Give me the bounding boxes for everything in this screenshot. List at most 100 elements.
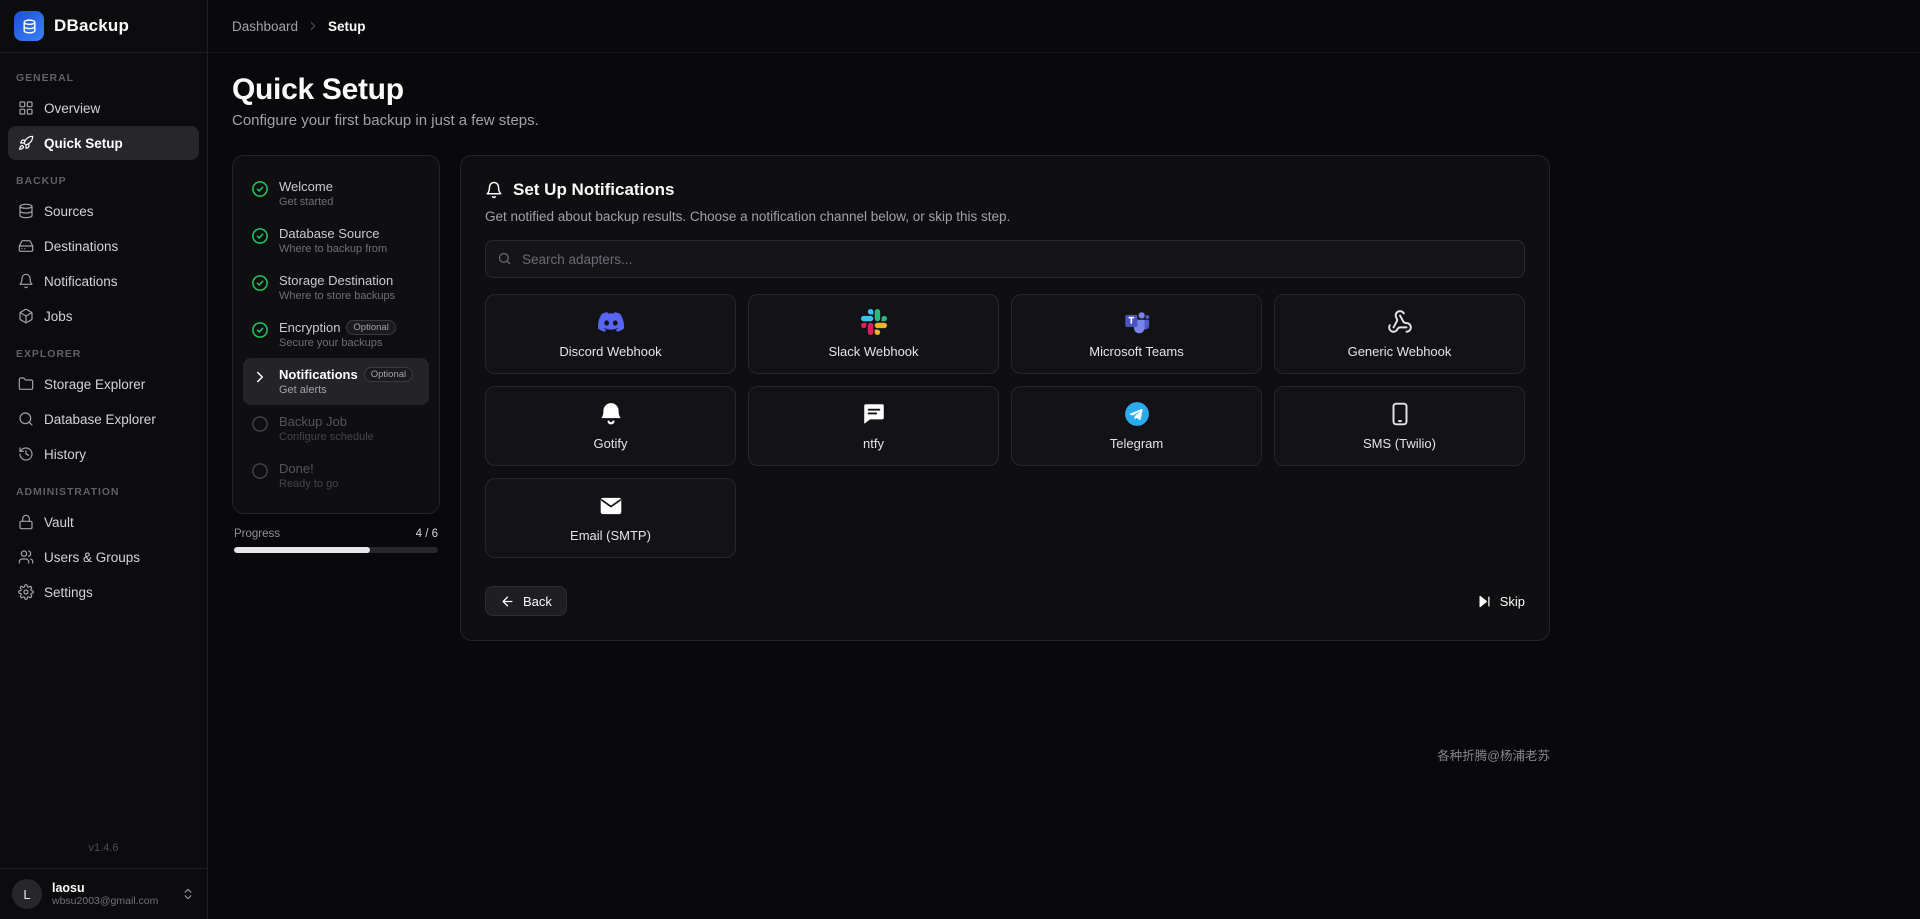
step-subtitle: Ready to go <box>279 478 339 490</box>
sidebar-item-label: Settings <box>44 584 93 600</box>
chevron-right-icon <box>251 368 269 386</box>
sidebar-item-jobs[interactable]: Jobs <box>8 299 199 333</box>
panel-subtitle: Get notified about backup results. Choos… <box>485 209 1011 224</box>
rocket-icon <box>18 135 34 151</box>
sidebar-item-label: Jobs <box>44 308 73 324</box>
panel-footer: Back Skip <box>485 586 1525 616</box>
panel-title: Set Up Notifications <box>513 180 675 199</box>
app-logo-icon[interactable] <box>14 11 44 41</box>
step-subtitle: Where to backup from <box>279 243 388 255</box>
steps-card: Welcome Get started Database Source Wher… <box>232 155 440 514</box>
bell-icon <box>18 273 34 289</box>
envelope-icon <box>598 493 624 519</box>
sidebar-item-label: Quick Setup <box>44 135 123 151</box>
gotify-bell-icon <box>598 401 624 427</box>
check-circle-icon <box>251 274 269 292</box>
breadcrumb: Dashboard Setup <box>208 0 1920 53</box>
back-button[interactable]: Back <box>485 586 567 616</box>
progress-label: Progress <box>234 528 281 540</box>
sidebar-item-settings[interactable]: Settings <box>8 575 199 609</box>
adapter-label: Gotify <box>593 436 628 451</box>
sidebar-item-quick-setup[interactable]: Quick Setup <box>8 126 199 160</box>
step-subtitle: Secure your backups <box>279 337 383 349</box>
sidebar-item-destinations[interactable]: Destinations <box>8 229 199 263</box>
step-title: Encryption <box>279 320 341 335</box>
setup-columns: Welcome Get started Database Source Wher… <box>232 155 1550 641</box>
app-root: DBackup GENERAL Overview Quick Setup BAC… <box>0 0 1920 919</box>
adapter-label: Telegram <box>1109 436 1164 451</box>
steps-column: Welcome Get started Database Source Wher… <box>232 155 440 553</box>
hard-drive-icon <box>18 238 34 254</box>
step-subtitle: Where to store backups <box>279 290 396 302</box>
sidebar-section-backup: BACKUP <box>16 175 67 187</box>
adapter-label: Microsoft Teams <box>1089 344 1184 359</box>
chevron-right-icon <box>306 19 320 33</box>
adapter-card-telegram[interactable]: Telegram <box>1011 386 1262 466</box>
optional-badge: Optional <box>363 367 414 382</box>
check-circle-icon <box>251 180 269 198</box>
page-subtitle: Configure your first backup in just a fe… <box>232 112 539 129</box>
step-backup-job: Backup Job Configure schedule <box>243 405 429 452</box>
sidebar-header: DBackup <box>0 0 207 53</box>
step-encryption: Encryption Optional Secure your backups <box>243 311 429 358</box>
step-storage-destination: Storage Destination Where to store backu… <box>243 264 429 311</box>
package-icon <box>18 308 34 324</box>
sidebar-item-users-groups[interactable]: Users & Groups <box>8 540 199 574</box>
teams-icon <box>1124 309 1150 335</box>
circle-icon <box>251 415 269 433</box>
sidebar-item-vault[interactable]: Vault <box>8 505 199 539</box>
step-notifications: Notifications Optional Get alerts <box>243 358 429 405</box>
sidebar-item-database-explorer[interactable]: Database Explorer <box>8 402 199 436</box>
user-menu[interactable]: L laosu wbsu2003@gmail.com <box>0 868 207 919</box>
sidebar-item-sources[interactable]: Sources <box>8 194 199 228</box>
sidebar-nav: GENERAL Overview Quick Setup BACKUP Sour… <box>0 53 207 832</box>
database-icon <box>18 203 34 219</box>
progress-value: 4 / 6 <box>415 528 438 540</box>
adapter-card-gotify[interactable]: Gotify <box>485 386 736 466</box>
breadcrumb-dashboard[interactable]: Dashboard <box>232 19 298 34</box>
watermark-text: 各种折腾@杨浦老苏 <box>1437 749 1550 763</box>
sidebar-item-label: Destinations <box>44 238 119 254</box>
sidebar-item-history[interactable]: History <box>8 437 199 471</box>
app-name: DBackup <box>54 16 130 35</box>
sidebar-item-label: Sources <box>44 203 94 219</box>
telegram-icon <box>1124 401 1150 427</box>
check-circle-icon <box>251 227 269 245</box>
adapter-card-email-smtp[interactable]: Email (SMTP) <box>485 478 736 558</box>
adapter-label: Discord Webhook <box>559 344 662 359</box>
search-input[interactable] <box>485 240 1525 278</box>
skip-button[interactable]: Skip <box>1477 594 1525 609</box>
gear-icon <box>18 584 34 600</box>
sidebar-item-label: Overview <box>44 100 101 116</box>
sidebar: DBackup GENERAL Overview Quick Setup BAC… <box>0 0 208 919</box>
step-title: Welcome <box>279 179 333 194</box>
adapter-card-slack[interactable]: Slack Webhook <box>748 294 999 374</box>
step-done: Done! Ready to go <box>243 452 429 499</box>
discord-icon <box>597 309 624 335</box>
adapter-card-teams[interactable]: Microsoft Teams <box>1011 294 1262 374</box>
sidebar-item-label: Storage Explorer <box>44 376 146 392</box>
optional-badge: Optional <box>346 320 396 335</box>
user-email: wbsu2003@gmail.com <box>52 895 159 907</box>
adapter-card-ntfy[interactable]: ntfy <box>748 386 999 466</box>
sidebar-item-overview[interactable]: Overview <box>8 91 199 125</box>
grid-icon <box>18 100 34 116</box>
adapter-card-sms-twilio[interactable]: SMS (Twilio) <box>1274 386 1525 466</box>
step-title: Storage Destination <box>279 273 394 288</box>
step-title: Notifications <box>279 367 358 382</box>
search-box <box>485 240 1525 278</box>
adapter-card-discord[interactable]: Discord Webhook <box>485 294 736 374</box>
back-button-label: Back <box>523 593 552 609</box>
check-circle-icon <box>251 321 269 339</box>
sidebar-item-label: Database Explorer <box>44 411 156 427</box>
sidebar-section-explorer: EXPLORER <box>16 348 82 360</box>
smartphone-icon <box>1387 401 1413 427</box>
sidebar-item-label: Users & Groups <box>44 549 141 565</box>
adapter-label: Slack Webhook <box>828 344 919 359</box>
adapter-card-generic-webhook[interactable]: Generic Webhook <box>1274 294 1525 374</box>
sidebar-item-notifications[interactable]: Notifications <box>8 264 199 298</box>
sidebar-item-storage-explorer[interactable]: Storage Explorer <box>8 367 199 401</box>
sidebar-section-general: GENERAL <box>16 72 74 84</box>
step-database-source: Database Source Where to backup from <box>243 217 429 264</box>
main-area: Dashboard Setup Quick Setup Configure yo… <box>208 0 1920 919</box>
